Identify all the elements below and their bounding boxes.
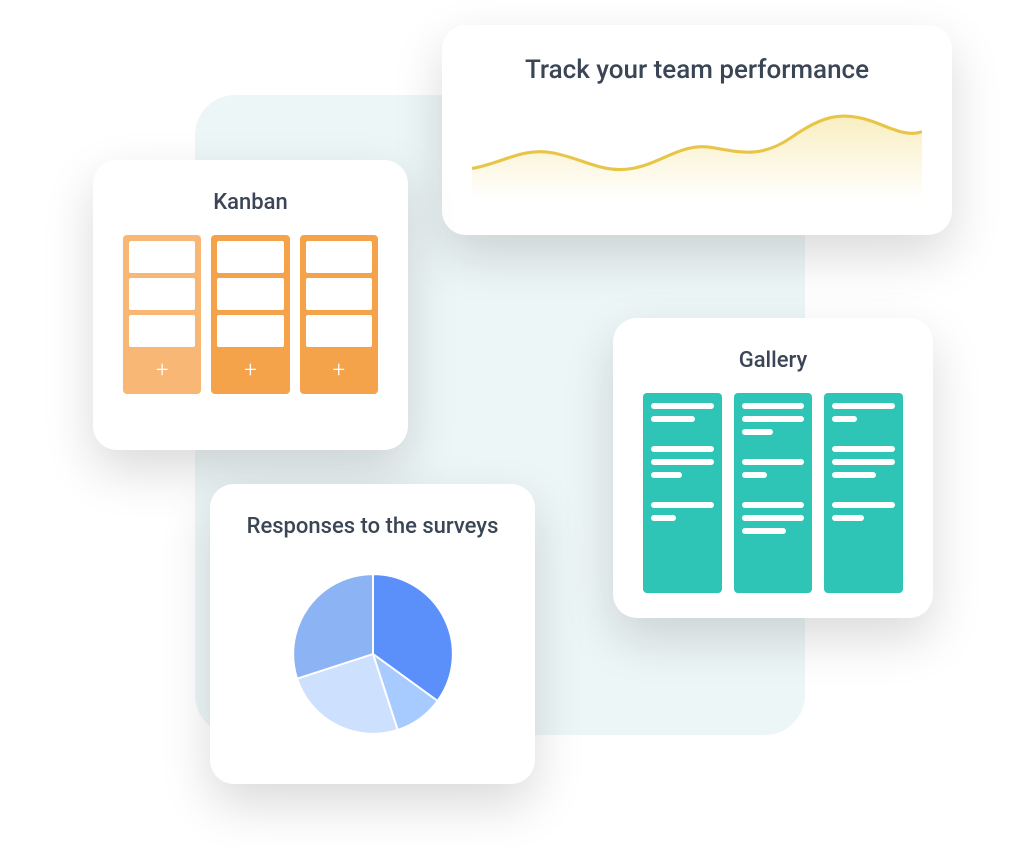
plus-icon[interactable]: + <box>217 352 283 388</box>
pie-chart-wrap <box>240 559 505 749</box>
gallery-line <box>742 459 805 465</box>
gallery-card: Gallery <box>613 318 933 618</box>
gallery-line <box>832 403 895 409</box>
gallery-line <box>742 528 786 534</box>
kanban-column: + <box>300 235 378 394</box>
gallery-column <box>643 393 722 593</box>
gallery-title: Gallery <box>643 348 903 373</box>
gallery-line <box>742 502 805 508</box>
kanban-cell <box>129 241 195 273</box>
kanban-card: Kanban + + + <box>93 160 408 450</box>
kanban-cell <box>306 241 372 273</box>
gallery-line <box>651 459 714 465</box>
gallery-line <box>832 472 876 478</box>
kanban-cell <box>129 315 195 347</box>
kanban-cell <box>306 278 372 310</box>
gallery-line <box>832 515 863 521</box>
gallery-columns <box>643 393 903 593</box>
pie-chart-icon <box>278 559 468 749</box>
surveys-title: Responses to the surveys <box>240 514 505 539</box>
performance-title: Track your team performance <box>472 55 922 85</box>
kanban-column: + <box>211 235 289 394</box>
gallery-line <box>742 429 773 435</box>
performance-card: Track your team performance <box>442 25 952 235</box>
gallery-line <box>742 403 805 409</box>
kanban-columns: + + + <box>123 235 378 394</box>
gallery-line <box>651 515 676 521</box>
gallery-line <box>742 416 805 422</box>
kanban-cell <box>217 315 283 347</box>
kanban-cell <box>217 278 283 310</box>
gallery-line <box>651 403 714 409</box>
gallery-column <box>734 393 813 593</box>
surveys-card: Responses to the surveys <box>210 484 535 784</box>
kanban-column: + <box>123 235 201 394</box>
gallery-line <box>651 416 695 422</box>
line-chart-icon <box>472 95 922 200</box>
kanban-title: Kanban <box>123 190 378 215</box>
gallery-line <box>832 416 857 422</box>
kanban-cell <box>129 278 195 310</box>
gallery-line <box>832 446 895 452</box>
gallery-column <box>824 393 903 593</box>
gallery-line <box>651 472 682 478</box>
gallery-line <box>742 472 767 478</box>
gallery-line <box>651 502 714 508</box>
gallery-line <box>832 502 895 508</box>
gallery-line <box>742 515 805 521</box>
kanban-cell <box>217 241 283 273</box>
gallery-line <box>651 446 714 452</box>
kanban-cell <box>306 315 372 347</box>
plus-icon[interactable]: + <box>129 352 195 388</box>
gallery-line <box>832 459 895 465</box>
plus-icon[interactable]: + <box>306 352 372 388</box>
